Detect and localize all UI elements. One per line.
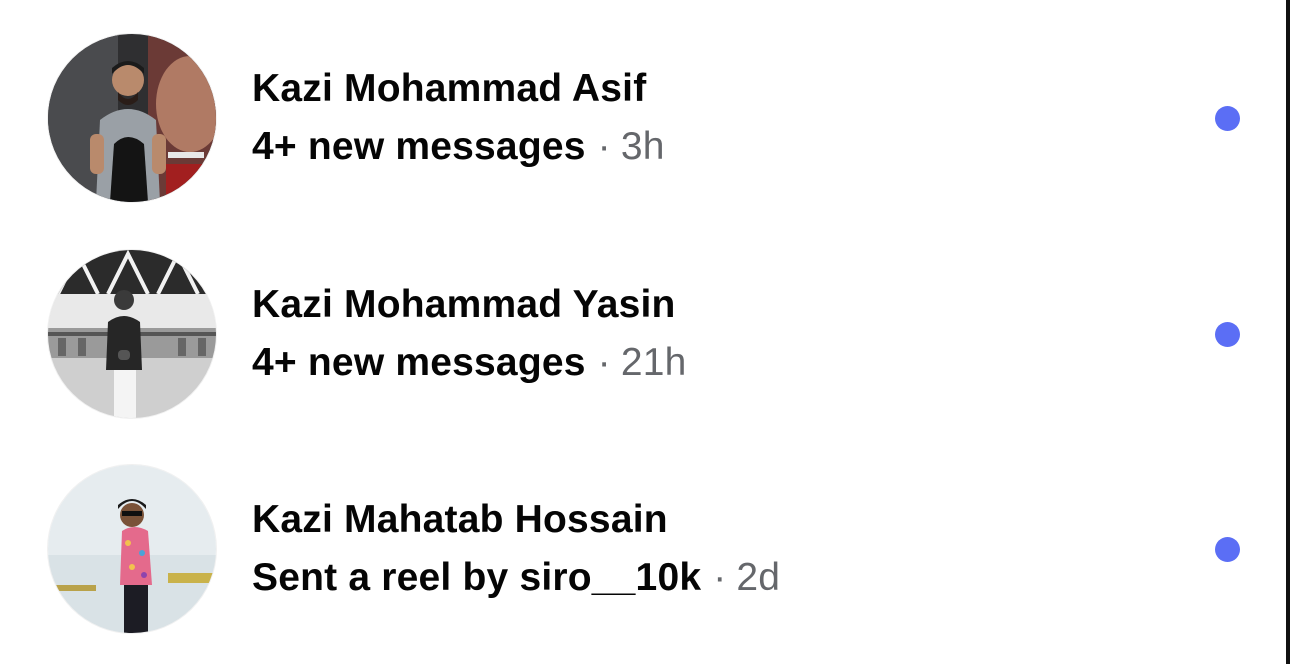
unread-dot-icon bbox=[1215, 537, 1240, 562]
separator: · bbox=[597, 341, 611, 384]
timestamp: 21h bbox=[620, 341, 687, 384]
conversation-list: Kazi Mohammad Asif 4+ new messages·3h bbox=[0, 0, 1286, 664]
avatar[interactable] bbox=[48, 250, 216, 418]
separator: · bbox=[713, 556, 727, 599]
contact-name: Kazi Mahatab Hossain bbox=[252, 498, 668, 541]
message-preview: Sent a reel by siro__10k · 2d bbox=[252, 555, 1152, 601]
preview-text: 4+ new messages bbox=[252, 341, 586, 384]
timestamp: 2d bbox=[736, 556, 781, 599]
timestamp: 3h bbox=[620, 125, 665, 168]
conversation-text: Kazi Mohammad Asif 4+ new messages · 3h bbox=[252, 66, 1152, 170]
conversation-row[interactable]: Kazi Mahatab Hossain Sent a reel by siro… bbox=[0, 459, 1286, 639]
screen-edge bbox=[1286, 0, 1290, 664]
profile-photo-icon bbox=[48, 465, 216, 633]
message-preview: 4+ new messages · 3h bbox=[252, 124, 1152, 170]
conversation-row[interactable]: Kazi Mohammad Yasin 4+ new messages · 21h bbox=[0, 244, 1286, 424]
conversation-text: Kazi Mohammad Yasin 4+ new messages · 21h bbox=[252, 282, 1152, 386]
contact-name: Kazi Mohammad Yasin bbox=[252, 283, 676, 326]
unread-dot-icon bbox=[1215, 322, 1240, 347]
profile-photo-icon bbox=[48, 250, 216, 418]
message-preview: 4+ new messages · 21h bbox=[252, 340, 1152, 386]
profile-photo-icon bbox=[48, 34, 216, 202]
avatar[interactable] bbox=[48, 465, 216, 633]
avatar[interactable] bbox=[48, 34, 216, 202]
conversation-row[interactable]: Kazi Mohammad Asif 4+ new messages · 3h bbox=[0, 28, 1286, 208]
preview-text: Sent a reel by siro__10k bbox=[252, 556, 702, 599]
separator: · bbox=[597, 125, 611, 168]
conversation-text: Kazi Mahatab Hossain Sent a reel by siro… bbox=[252, 497, 1152, 601]
contact-name: Kazi Mohammad Asif bbox=[252, 67, 647, 110]
preview-text: 4+ new messages bbox=[252, 125, 586, 168]
unread-dot-icon bbox=[1215, 106, 1240, 131]
